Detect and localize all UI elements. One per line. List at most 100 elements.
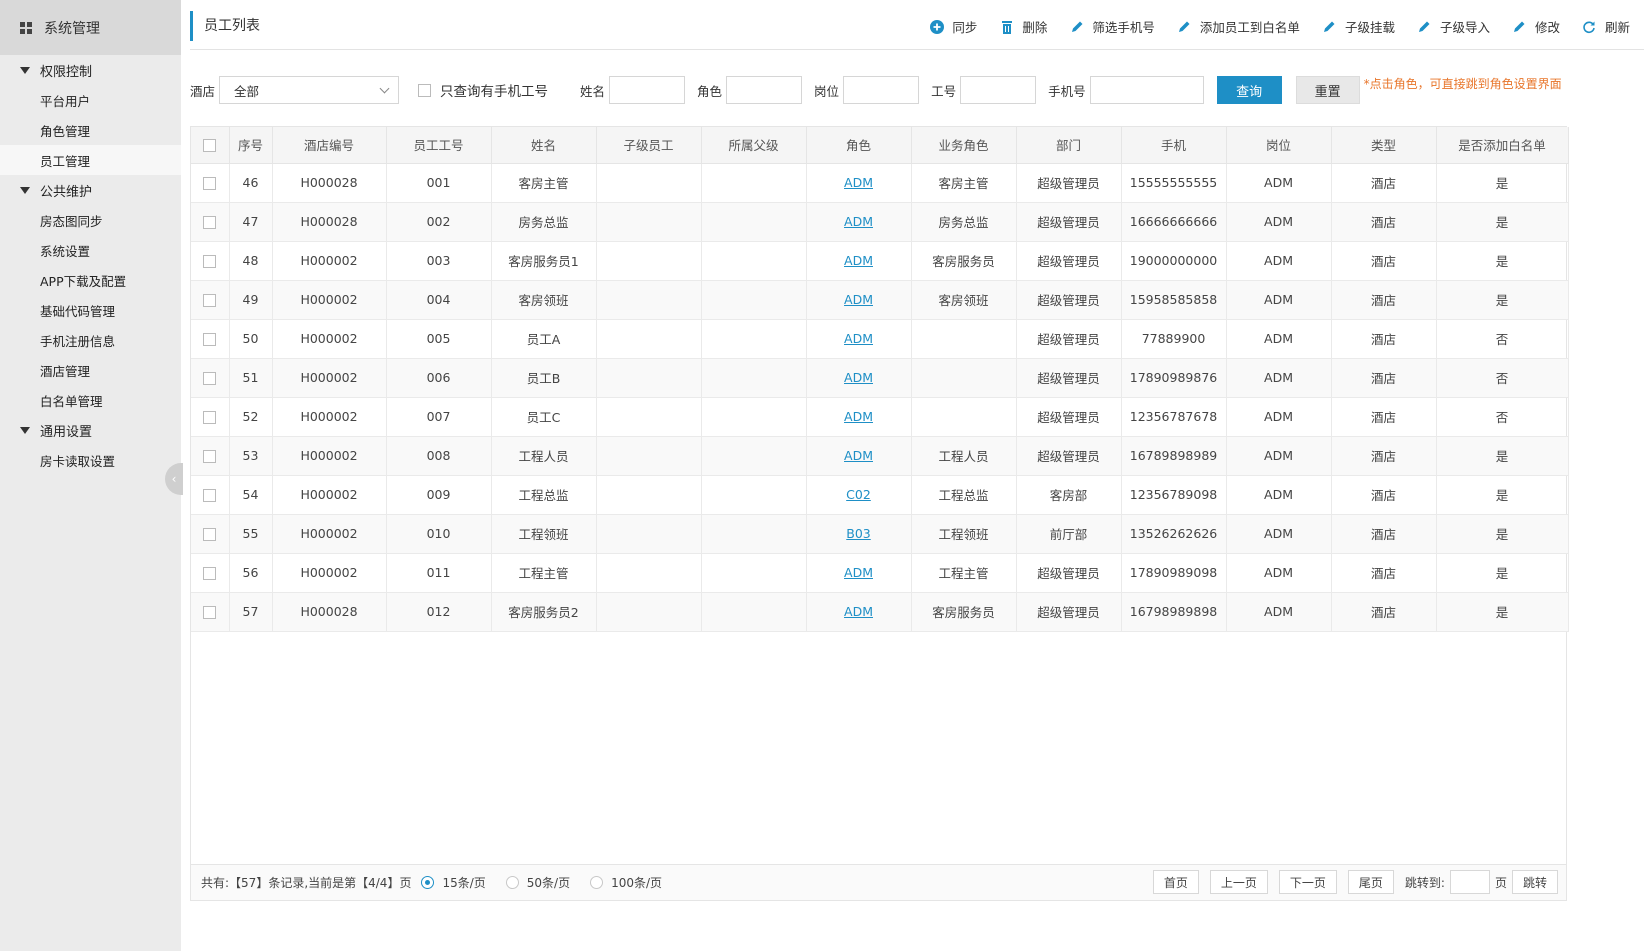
page-size-option[interactable]: 15条/页 bbox=[421, 874, 486, 891]
page-size-option[interactable]: 50条/页 bbox=[505, 874, 570, 891]
row-checkbox[interactable] bbox=[203, 177, 217, 190]
next-page-button[interactable]: 下一页 bbox=[1278, 870, 1337, 894]
table-body: 46 H000028 001 客房主管 ADM 客房主管 超级管理员 15555555555 A… bbox=[191, 163, 1569, 632]
table-row[interactable]: 53 H000002 008 工程人员 ADM 工程人员 超级管理员 16789898989 A… bbox=[191, 436, 1569, 476]
role-link[interactable]: ADM bbox=[844, 175, 873, 190]
table-cell: 010 bbox=[386, 514, 492, 554]
sidebar-group[interactable]: 公共维护 bbox=[0, 175, 181, 205]
table-cell bbox=[701, 475, 807, 515]
phone-only-checkbox[interactable] bbox=[418, 83, 432, 97]
radio-button[interactable] bbox=[590, 876, 604, 889]
table-cell: 55 bbox=[229, 514, 273, 554]
table-row[interactable]: 47 H000028 002 房务总监 ADM 房务总监 超级管理员 16666666666 A… bbox=[191, 202, 1569, 242]
table-row[interactable]: 57 H000028 012 客房服务员2 ADM 客房服务员 超级管理员 167989898… bbox=[191, 592, 1569, 632]
sidebar-item[interactable]: 角色管理 bbox=[0, 115, 181, 145]
grid-menu-icon bbox=[20, 21, 32, 34]
caret-down-icon bbox=[20, 66, 30, 74]
staff-no-input[interactable] bbox=[960, 76, 1037, 104]
sidebar-item[interactable]: 平台用户 bbox=[0, 85, 181, 115]
role-link[interactable]: ADM bbox=[844, 448, 873, 463]
table-row[interactable]: 49 H000002 004 客房领班 ADM 客房领班 超级管理员 15958585858 A… bbox=[191, 280, 1569, 320]
prev-page-button[interactable]: 上一页 bbox=[1209, 870, 1268, 894]
query-button[interactable]: 查询 bbox=[1216, 76, 1282, 104]
sidebar-item[interactable]: 白名单管理 bbox=[0, 385, 181, 415]
row-checkbox[interactable] bbox=[203, 333, 217, 346]
row-checkbox[interactable] bbox=[203, 528, 217, 541]
row-checkbox[interactable] bbox=[203, 216, 217, 229]
last-page-button[interactable]: 尾页 bbox=[1347, 870, 1394, 894]
toolbar-button[interactable]: 修改 bbox=[1512, 17, 1560, 36]
role-link[interactable]: ADM bbox=[844, 565, 873, 580]
phone-only-filter[interactable]: 只查询有手机工号 bbox=[418, 80, 548, 100]
table-cell: 工程主管 bbox=[491, 553, 597, 593]
role-cell: ADM bbox=[806, 358, 912, 398]
role-link[interactable]: C02 bbox=[846, 487, 871, 502]
page-size-option[interactable]: 100条/页 bbox=[590, 874, 662, 891]
role-link[interactable]: ADM bbox=[844, 409, 873, 424]
table-cell: ADM bbox=[1226, 319, 1332, 359]
select-all-checkbox[interactable] bbox=[203, 139, 217, 153]
table-row[interactable]: 48 H000002 003 客房服务员1 ADM 客房服务员 超级管理员 190000000… bbox=[191, 241, 1569, 281]
row-checkbox[interactable] bbox=[203, 567, 217, 580]
toolbar-button[interactable]: 添加员工到白名单 bbox=[1177, 17, 1300, 36]
sidebar-item[interactable]: APP下载及配置 bbox=[0, 265, 181, 295]
toolbar-button[interactable]: 删除 bbox=[999, 17, 1047, 36]
row-select-cell bbox=[191, 202, 230, 242]
table-row[interactable]: 46 H000028 001 客房主管 ADM 客房主管 超级管理员 15555555555 A… bbox=[191, 163, 1569, 203]
table-row[interactable]: 56 H000002 011 工程主管 ADM 工程主管 超级管理员 17890989098 A… bbox=[191, 553, 1569, 593]
post-input[interactable] bbox=[843, 76, 920, 104]
sidebar-item[interactable]: 房态图同步 bbox=[0, 205, 181, 235]
table-row[interactable]: 54 H000002 009 工程总监 C02 工程总监 客房部 12356789098 ADM… bbox=[191, 475, 1569, 515]
sidebar-item[interactable]: 系统设置 bbox=[0, 235, 181, 265]
select-all-cell bbox=[191, 127, 230, 164]
radio-button[interactable] bbox=[505, 876, 519, 889]
toolbar-button[interactable]: 同步 bbox=[929, 17, 977, 36]
role-input[interactable] bbox=[726, 76, 803, 104]
hotel-select[interactable]: 全部 bbox=[219, 76, 400, 104]
table-row[interactable]: 55 H000002 010 工程领班 B03 工程领班 前厅部 13526262626 ADM… bbox=[191, 514, 1569, 554]
sidebar-header[interactable]: 系统管理 bbox=[0, 0, 181, 55]
sidebar-item[interactable]: 员工管理 bbox=[0, 145, 181, 175]
name-input[interactable] bbox=[609, 76, 686, 104]
reset-button[interactable]: 重置 bbox=[1295, 76, 1360, 104]
role-link[interactable]: ADM bbox=[844, 331, 873, 346]
toolbar-button[interactable]: 子级挂载 bbox=[1322, 17, 1395, 36]
row-checkbox[interactable] bbox=[203, 372, 217, 385]
role-link[interactable]: ADM bbox=[844, 253, 873, 268]
table-row[interactable]: 51 H000002 006 员工B ADM 超级管理员 17890989876 ADM 酒店否 bbox=[191, 358, 1569, 398]
first-page-button[interactable]: 首页 bbox=[1152, 870, 1199, 894]
row-checkbox[interactable] bbox=[203, 606, 217, 619]
sidebar-item[interactable]: 基础代码管理 bbox=[0, 295, 181, 325]
role-link[interactable]: ADM bbox=[844, 292, 873, 307]
table-cell: ADM bbox=[1226, 280, 1332, 320]
sidebar-group[interactable]: 权限控制 bbox=[0, 55, 181, 85]
row-checkbox[interactable] bbox=[203, 255, 217, 268]
toolbar-button[interactable]: 子级导入 bbox=[1417, 17, 1490, 36]
row-checkbox[interactable] bbox=[203, 294, 217, 307]
staff-no-label: 工号 bbox=[931, 83, 957, 99]
role-cell: ADM bbox=[806, 241, 912, 281]
role-link[interactable]: ADM bbox=[844, 604, 873, 619]
toolbar-button[interactable]: 筛选手机号 bbox=[1069, 17, 1155, 36]
table-row[interactable]: 50 H000002 005 员工A ADM 超级管理员 77889900 ADM 酒店否 bbox=[191, 319, 1569, 359]
jump-page-input[interactable] bbox=[1449, 870, 1490, 894]
sidebar-item[interactable]: 酒店管理 bbox=[0, 355, 181, 385]
row-checkbox[interactable] bbox=[203, 489, 217, 502]
phone-input[interactable] bbox=[1089, 76, 1204, 104]
radio-button[interactable] bbox=[421, 876, 435, 889]
role-link[interactable]: ADM bbox=[844, 370, 873, 385]
column-header: 姓名 bbox=[491, 127, 597, 164]
jump-button[interactable]: 跳转 bbox=[1511, 870, 1558, 894]
pencil-icon bbox=[1069, 19, 1084, 34]
toolbar-button[interactable]: 刷新 bbox=[1582, 17, 1630, 36]
page-size-label: 100条/页 bbox=[611, 876, 663, 890]
row-checkbox[interactable] bbox=[203, 411, 217, 424]
sidebar: 系统管理 权限控制 平台用户 角色管理 员工管理 公共维护 房态图同步 系统设置 APP下载及… bbox=[0, 0, 183, 951]
sidebar-group[interactable]: 通用设置 bbox=[0, 415, 181, 445]
row-checkbox[interactable] bbox=[203, 450, 217, 463]
table-row[interactable]: 52 H000002 007 员工C ADM 超级管理员 12356787678 ADM 酒店否 bbox=[191, 397, 1569, 437]
role-link[interactable]: ADM bbox=[844, 214, 873, 229]
role-link[interactable]: B03 bbox=[846, 526, 870, 541]
sidebar-item[interactable]: 房卡读取设置 bbox=[0, 445, 181, 475]
sidebar-item[interactable]: 手机注册信息 bbox=[0, 325, 181, 355]
